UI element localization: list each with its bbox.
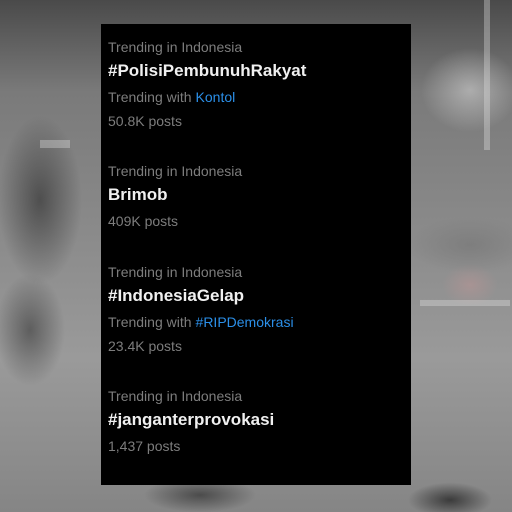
trend-context: Trending in Indonesia xyxy=(108,264,243,280)
trending-with-link[interactable]: Kontol xyxy=(196,89,236,105)
trend-title[interactable]: #janganterprovokasi xyxy=(108,409,411,431)
post-count: 1,437 posts xyxy=(108,438,181,454)
trending-with-row: Trending with #RIPDemokrasi xyxy=(108,313,411,331)
trending-with-label: Trending with xyxy=(108,89,192,105)
trending-with-label: Trending with xyxy=(108,314,192,330)
trending-with-link[interactable]: #RIPDemokrasi xyxy=(196,314,294,330)
trend-context: Trending in Indonesia xyxy=(108,388,243,404)
trend-context: Trending in Indonesia xyxy=(108,39,243,55)
trend-title[interactable]: Brimob xyxy=(108,184,411,206)
trend-item-3[interactable]: Trending in Indonesia #IndonesiaGelap Tr… xyxy=(108,263,411,387)
trend-item-4[interactable]: Trending in Indonesia #janganterprovokas… xyxy=(108,387,411,488)
light-streak xyxy=(484,0,490,150)
light-streak xyxy=(40,140,70,148)
post-count: 23.4K posts xyxy=(108,338,182,354)
trend-title[interactable]: #IndonesiaGelap xyxy=(108,285,411,307)
trend-title[interactable]: #PolisiPembunuhRakyat xyxy=(108,60,411,82)
trending-panel: Trending in Indonesia #PolisiPembunuhRak… xyxy=(101,24,411,485)
trend-item-1[interactable]: Trending in Indonesia #PolisiPembunuhRak… xyxy=(108,38,411,162)
trend-context: Trending in Indonesia xyxy=(108,163,243,179)
light-streak xyxy=(420,300,510,306)
post-count: 409K posts xyxy=(108,213,179,229)
post-count: 50.8K posts xyxy=(108,113,182,129)
trending-with-row: Trending with Kontol xyxy=(108,88,411,106)
trend-item-2[interactable]: Trending in Indonesia Brimob 409K posts xyxy=(108,162,411,263)
